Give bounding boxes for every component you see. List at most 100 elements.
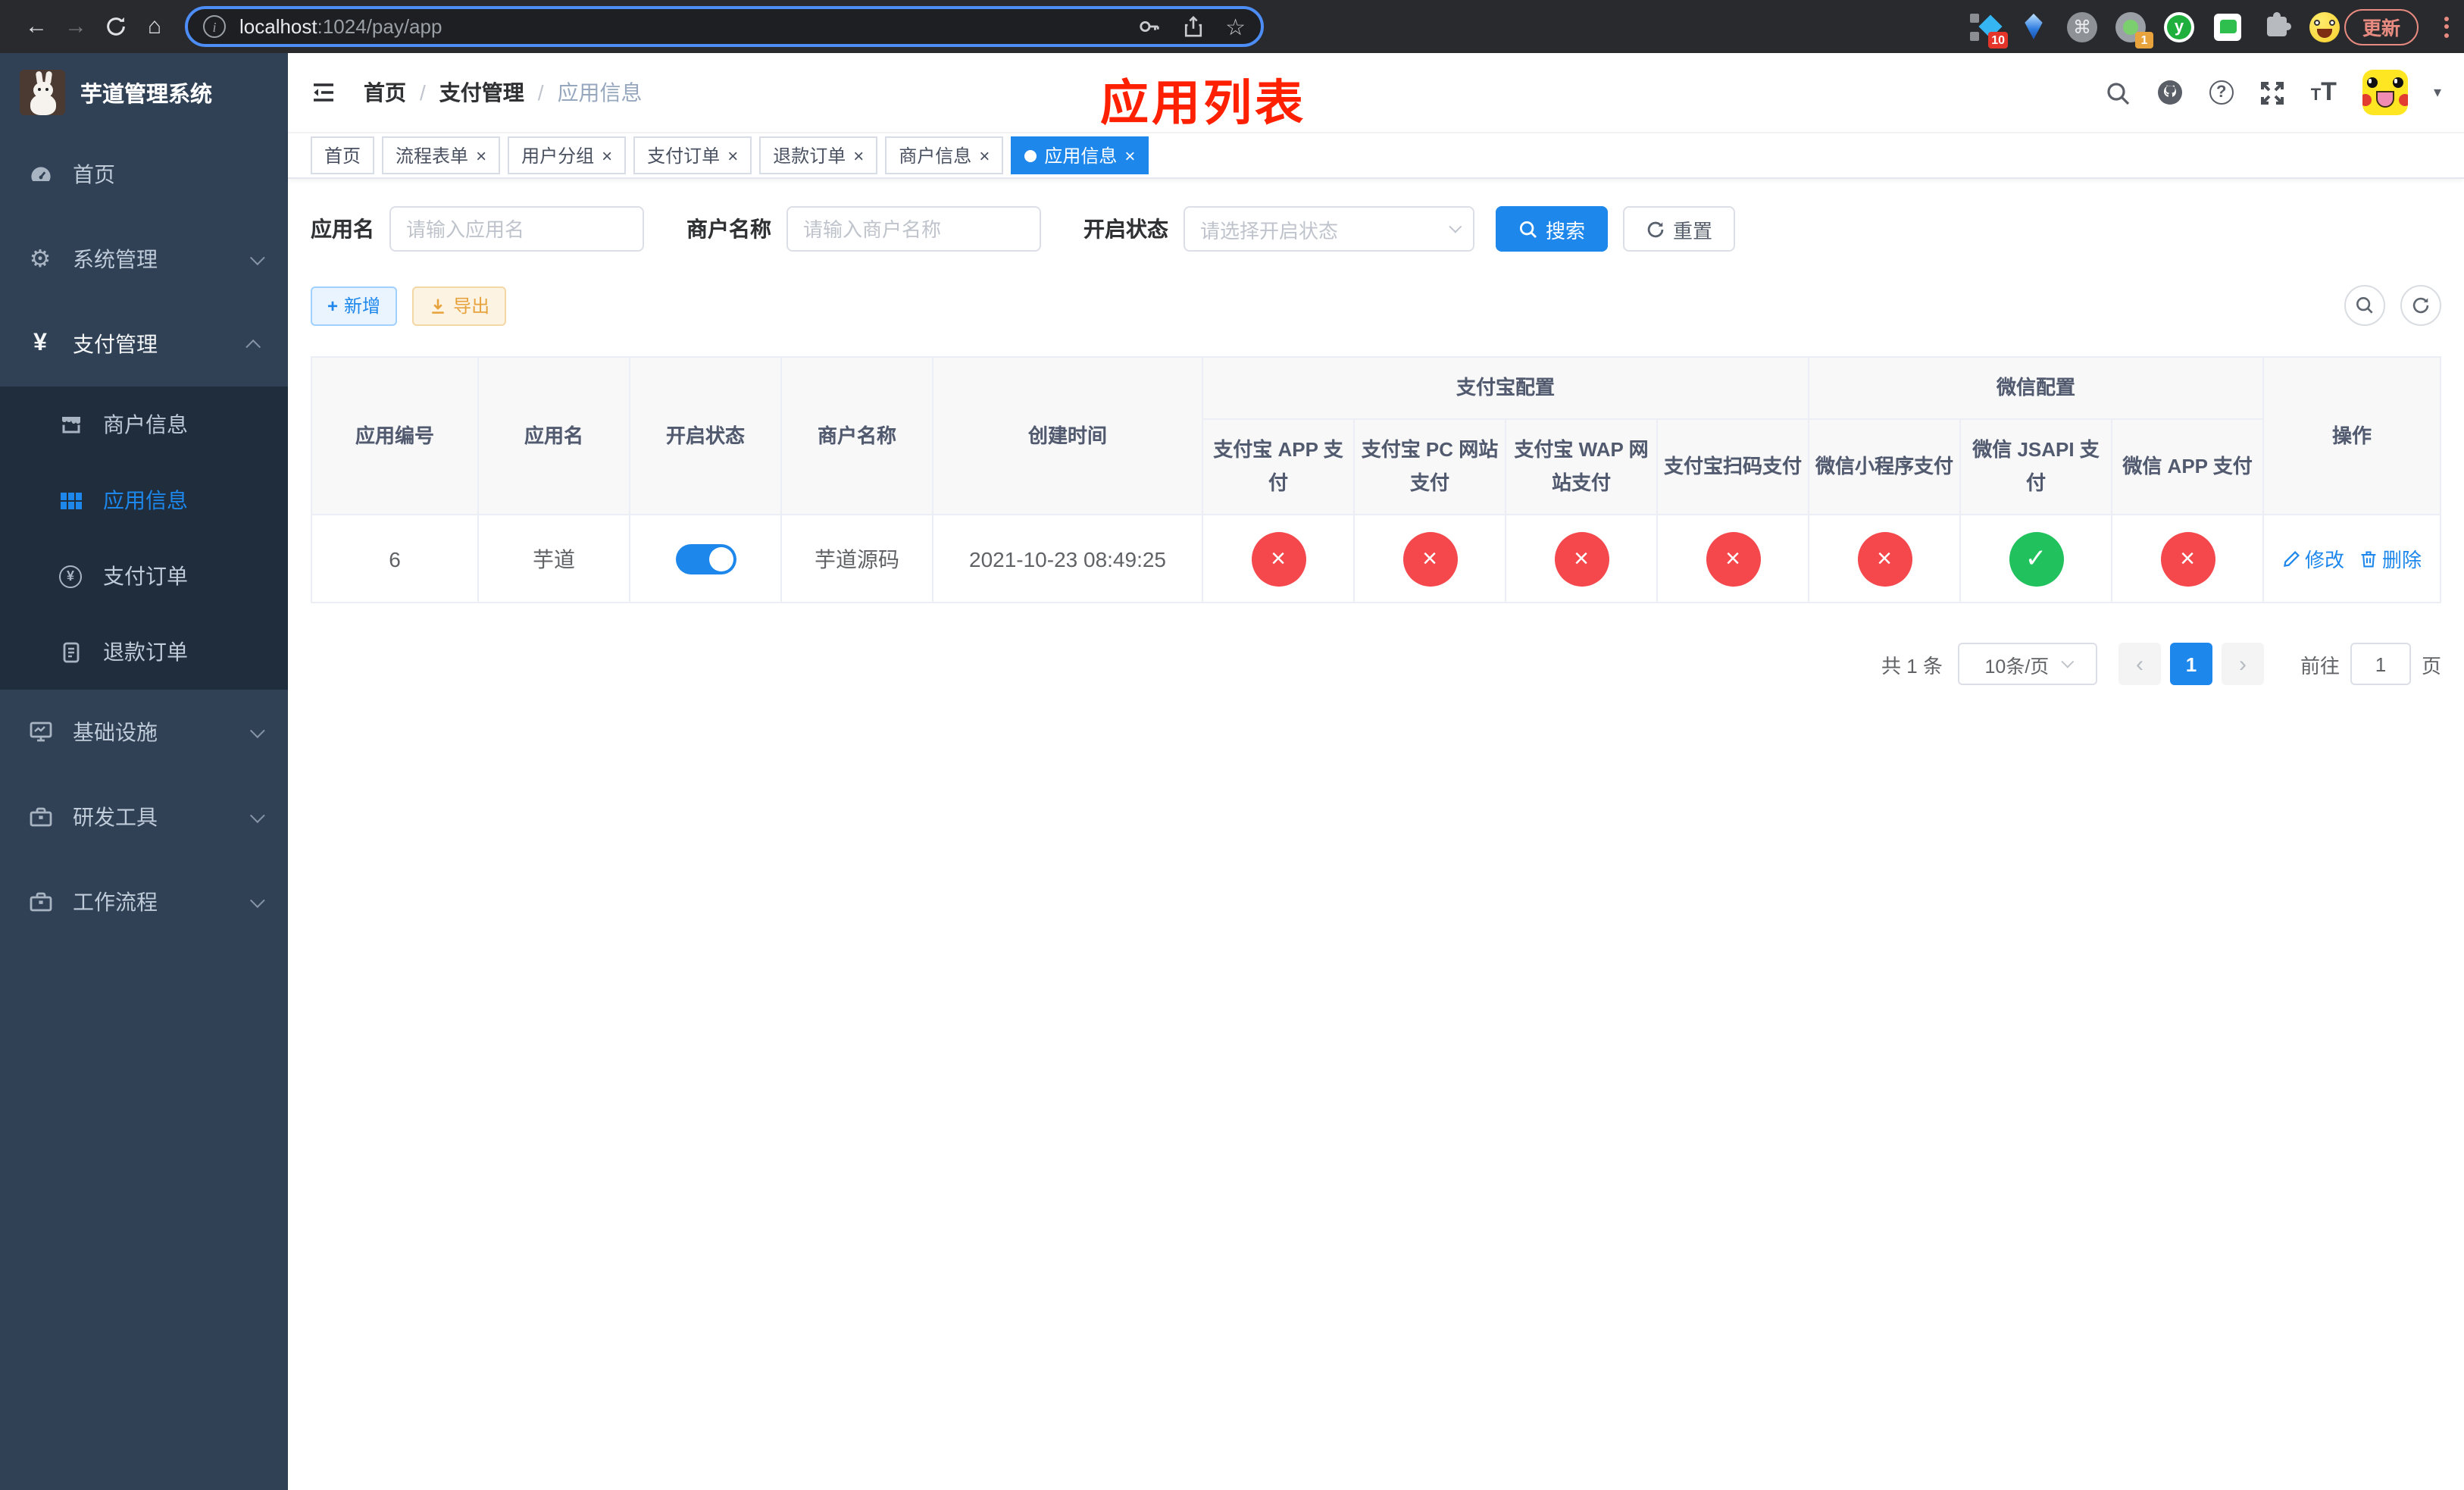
profile-emoji-avatar[interactable] <box>2309 11 2340 42</box>
sidebar-item-workflow[interactable]: 工作流程 <box>0 859 288 944</box>
tag-merchant-info[interactable]: 商户信息 × <box>885 136 1004 174</box>
screen: ← → ⌂ i localhost:1024/pay/app ☆ 10 ⌘ 1 <box>0 0 2464 1490</box>
close-icon[interactable]: × <box>476 146 486 164</box>
close-icon[interactable]: × <box>602 146 612 164</box>
search-button[interactable]: 搜索 <box>1496 206 1609 252</box>
sidebar-item-label: 应用信息 <box>103 488 188 512</box>
chevron-down-icon <box>249 249 265 265</box>
cell-merchant: 芋道源码 <box>780 514 933 604</box>
briefcase-icon <box>27 890 53 914</box>
search-icon <box>1519 220 1537 238</box>
breadcrumb-home[interactable]: 首页 <box>364 77 406 108</box>
close-icon[interactable]: × <box>979 146 990 164</box>
extensions-puzzle-icon[interactable] <box>2261 11 2291 42</box>
sidebar-item-infrastructure[interactable]: 基础设施 <box>0 690 288 775</box>
sidebar-item-dev-tools[interactable]: 研发工具 <box>0 775 288 859</box>
cell-app-id: 6 <box>311 514 479 604</box>
reset-button[interactable]: 重置 <box>1623 206 1736 252</box>
col-wechat-mini: 微信小程序支付 <box>1808 418 1962 516</box>
tags-view-bar: 首页 流程表单 × 用户分组 × 支付订单 × 退款订单 × 商户信息 × 应用信息 × <box>288 133 2464 179</box>
merchant-name-input[interactable] <box>786 206 1041 252</box>
sidebar-collapse-icon[interactable] <box>311 80 336 105</box>
goto-page-input[interactable] <box>2350 643 2411 686</box>
app-name-input[interactable] <box>389 206 644 252</box>
dashboard-icon <box>27 162 53 186</box>
sidebar-item-system[interactable]: ⚙ 系统管理 <box>0 217 288 302</box>
extension-y-icon[interactable]: y <box>2164 11 2194 42</box>
extension-diamond-icon[interactable]: 10 <box>1970 11 2008 48</box>
tag-refund-orders[interactable]: 退款订单 × <box>759 136 878 174</box>
refresh-icon <box>2412 297 2429 314</box>
cell-app-name: 芋道 <box>477 514 630 604</box>
col-app-id: 应用编号 <box>311 355 479 516</box>
sidebar-item-payment[interactable]: ¥ 支付管理 <box>0 302 288 387</box>
toggle-search-button[interactable] <box>2344 285 2385 326</box>
search-icon[interactable] <box>2105 80 2131 105</box>
extension-pin-icon[interactable] <box>2018 11 2049 42</box>
export-button[interactable]: 导出 <box>412 286 507 325</box>
address-bar[interactable]: i localhost:1024/pay/app ☆ <box>185 6 1264 47</box>
prev-page-button[interactable]: ‹ <box>2118 643 2161 686</box>
close-icon[interactable]: × <box>727 146 738 164</box>
tag-home[interactable]: 首页 <box>311 136 375 174</box>
font-size-icon[interactable]: TT <box>2311 77 2337 108</box>
avatar-caret-icon[interactable]: ▾ <box>2434 84 2441 101</box>
sidebar-item-label: 系统管理 <box>73 247 158 271</box>
sidebar-item-label: 商户信息 <box>103 412 188 437</box>
status-select[interactable]: 请选择开启状态 <box>1184 206 1474 252</box>
next-page-button[interactable]: › <box>2221 643 2264 686</box>
delete-link[interactable]: 删除 <box>2359 545 2422 574</box>
sidebar-item-refund-orders[interactable]: 退款订单 <box>0 614 288 690</box>
browser-forward-button[interactable]: → <box>58 8 94 45</box>
browser-menu-icon[interactable] <box>2444 16 2449 37</box>
tag-user-group[interactable]: 用户分组 × <box>508 136 627 174</box>
github-icon[interactable] <box>2156 79 2184 106</box>
browser-reload-button[interactable] <box>97 8 133 45</box>
add-button[interactable]: + 新增 <box>311 286 398 325</box>
bookmark-star-icon[interactable]: ☆ <box>1225 13 1246 40</box>
password-key-icon[interactable] <box>1137 15 1160 38</box>
close-icon[interactable]: × <box>1124 146 1135 164</box>
active-dot <box>1024 149 1037 161</box>
chevron-down-icon <box>249 892 265 908</box>
sidebar-item-home[interactable]: 首页 <box>0 132 288 217</box>
extension-command-icon[interactable]: ⌘ <box>2067 11 2097 42</box>
sidebar-item-pay-orders[interactable]: ¥ 支付订单 <box>0 538 288 614</box>
refresh-table-button[interactable] <box>2400 285 2441 326</box>
user-avatar[interactable] <box>2362 70 2408 115</box>
sidebar-item-merchant-info[interactable]: 商户信息 <box>0 387 288 462</box>
tag-pay-orders[interactable]: 支付订单 × <box>633 136 752 174</box>
browser-back-button[interactable]: ← <box>18 8 55 45</box>
merchant-name-label: 商户名称 <box>686 217 771 241</box>
page-size-select[interactable]: 10条/页 <box>1957 643 2097 686</box>
edit-link[interactable]: 修改 <box>2282 545 2344 574</box>
app-logo[interactable]: 芋道管理系统 <box>0 53 288 132</box>
url-host: localhost <box>239 15 317 38</box>
sidebar-item-app-info[interactable]: 应用信息 <box>0 462 288 538</box>
search-icon <box>2356 297 2373 314</box>
browser-home-button[interactable]: ⌂ <box>136 8 173 45</box>
extension-chat-icon[interactable] <box>2212 11 2243 42</box>
url-text: localhost:1024/pay/app <box>239 15 442 38</box>
browser-update-button[interactable]: 更新 <box>2344 8 2419 45</box>
trash-icon <box>2361 551 2376 568</box>
status-toggle[interactable] <box>675 543 736 574</box>
breadcrumb-payment[interactable]: 支付管理 <box>439 77 524 108</box>
breadcrumb-separator: / <box>420 80 426 105</box>
chevron-down-icon <box>2061 656 2075 669</box>
close-icon[interactable]: × <box>853 146 864 164</box>
plus-icon: + <box>327 295 339 316</box>
chevron-down-icon <box>249 722 265 738</box>
alipay-app-status-icon: × <box>1251 531 1305 587</box>
page-1-button[interactable]: 1 <box>2169 643 2212 686</box>
help-icon[interactable]: ? <box>2209 80 2234 105</box>
search-form: 应用名 商户名称 开启状态 请选择开启状态 搜索 重置 <box>311 206 2441 252</box>
extension-recorder-icon[interactable]: 1 <box>2115 11 2153 48</box>
tag-process-form[interactable]: 流程表单 × <box>382 136 501 174</box>
site-info-icon[interactable]: i <box>203 15 226 38</box>
fullscreen-icon[interactable] <box>2259 80 2285 105</box>
tag-app-info-active[interactable]: 应用信息 × <box>1011 136 1149 174</box>
chevron-down-icon <box>249 807 265 823</box>
share-icon[interactable] <box>1181 15 1204 38</box>
cell-created: 2021-10-23 08:49:25 <box>932 514 1203 604</box>
